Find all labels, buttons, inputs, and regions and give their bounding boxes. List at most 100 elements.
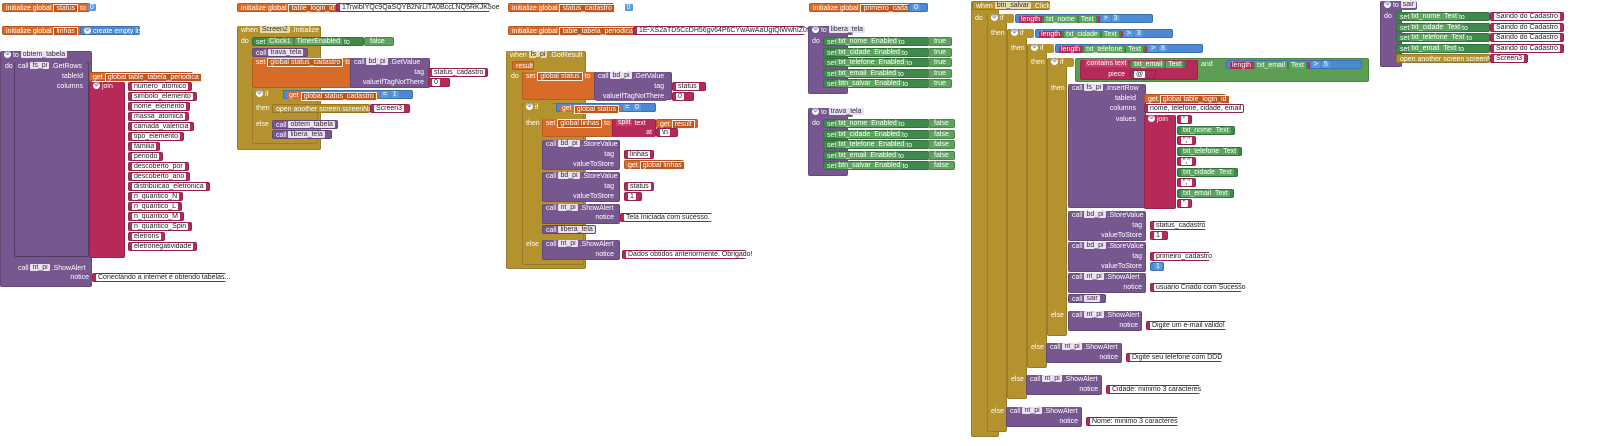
component-selector[interactable]: bd_pi: [558, 172, 580, 179]
join-header[interactable]: ⚙ join: [1145, 115, 1175, 124]
property-selector[interactable]: Text: [1289, 62, 1306, 69]
text-value[interactable]: camada_valencia: [132, 123, 191, 130]
var-name[interactable]: global status_cadastro: [267, 58, 344, 67]
text-value[interactable]: Screen3: [1494, 55, 1525, 62]
property-selector[interactable]: TimerEnabled: [294, 38, 342, 45]
component-selector[interactable]: txt_telefone: [1181, 147, 1222, 155]
component-selector[interactable]: fs_pi: [30, 62, 50, 69]
operator-selector[interactable]: >: [1124, 30, 1133, 37]
property-selector[interactable]: Enabled: [869, 120, 899, 127]
component-selector[interactable]: nt_pi: [1022, 407, 1042, 414]
text-value[interactable]: ",": [1181, 158, 1192, 165]
text-literal-block[interactable]: 1E-XS2aTD5CcDH56gv64P6CYwAwAaUgtQlWwhIZ0…: [633, 26, 813, 35]
operator-selector[interactable]: >: [1311, 61, 1320, 68]
txt-cidade-text-getter[interactable]: txt_cidade Text: [1177, 167, 1238, 177]
set-enabled-block[interactable]: set txt_telefone Enabled to: [823, 58, 929, 67]
text-value[interactable]: 1E-XS2aTD5CcDH56gv64P6CYwAwAaUgtQlWwhIZ0…: [637, 27, 813, 34]
text-value[interactable]: n_quantico_M: [132, 213, 180, 220]
gear-icon[interactable]: ⚙: [93, 82, 100, 89]
component-selector[interactable]: nt_pi: [558, 240, 578, 247]
operator-selector[interactable]: =: [380, 91, 389, 98]
if-cidade-block[interactable]: [1007, 29, 1027, 399]
property-selector[interactable]: Text: [1441, 44, 1459, 52]
init-global-table-periodica-block[interactable]: initialize global table_tabela_periodica…: [508, 26, 644, 36]
set-text-block[interactable]: set txt_email Text to: [1396, 43, 1490, 53]
set-enabled-block[interactable]: set btn_salvar Enabled to: [823, 79, 929, 88]
text-value[interactable]: Saindo do Cadastro: [1494, 34, 1560, 41]
boolean-block[interactable]: false: [928, 129, 955, 139]
join-string-block[interactable]: descoberto_por: [128, 162, 189, 171]
component-selector[interactable]: txt_telefone: [1084, 46, 1125, 53]
number-value[interactable]: 0: [912, 4, 920, 11]
text-literal-block[interactable]: Saindo do Cadastro: [1490, 43, 1564, 53]
join-string-block[interactable]: familia: [128, 142, 161, 151]
procedure-name[interactable]: trava_tela: [828, 108, 864, 115]
var-name[interactable]: global table_login_id: [1159, 95, 1230, 104]
newline-text[interactable]: \n: [656, 128, 678, 137]
gear-icon[interactable]: ⚙: [1031, 44, 1038, 51]
set-enabled-block[interactable]: set txt_nome Enabled to: [823, 37, 929, 46]
txt-email-text-getter[interactable]: txt_email Text: [1130, 61, 1186, 68]
boolean-block[interactable]: true: [928, 79, 953, 88]
txt-telefone-text-getter[interactable]: txt_telefone Text: [1177, 146, 1243, 156]
text-value[interactable]: Saindo do Cadastro: [1494, 23, 1560, 31]
component-selector[interactable]: txt_cidade: [1409, 23, 1446, 31]
notice-text-block[interactable]: usuario Criado com Sucesso: [1150, 283, 1248, 292]
getvalue-header[interactable]: call bd_pi .GetValue: [351, 58, 427, 67]
txt-nome-text-getter[interactable]: txt_nome Text: [1177, 125, 1235, 135]
compare-nome-block[interactable]: length txt_nome Text > 3: [1015, 14, 1153, 23]
set-enabled-block[interactable]: set txt_email Enabled to: [823, 68, 929, 78]
storevalue-header[interactable]: call bd_pi .StoreValue: [543, 140, 618, 149]
text-literal-block[interactable]: Saindo do Cadastro: [1490, 33, 1564, 42]
set-text-block[interactable]: set txt_telefone Text to: [1396, 33, 1490, 42]
if-header[interactable]: ⚙ if: [253, 90, 283, 99]
value-text-block[interactable]: 1: [624, 192, 642, 201]
txt-telefone-text-getter[interactable]: txt_telefone Text: [1082, 46, 1146, 53]
tag-text-block[interactable]: status_cadastro: [428, 68, 488, 77]
get-global-linhas-block[interactable]: get global linhas: [624, 160, 685, 170]
procedure-name[interactable]: obtem_tabela: [288, 121, 335, 128]
join-string-block[interactable]: eletrons: [128, 232, 165, 241]
txt-cidade-text-getter[interactable]: txt_cidade Text: [1062, 31, 1121, 38]
number-value[interactable]: 1: [390, 91, 399, 98]
text-value[interactable]: Dados obtidos anteriormente. Obrigado!: [626, 251, 755, 258]
property-selector[interactable]: Enabled: [872, 80, 903, 87]
property-selector[interactable]: Text: [1213, 126, 1231, 134]
procedure-header[interactable]: ⚙ to libera_tela: [809, 26, 866, 35]
gear-icon[interactable]: ⚙: [526, 103, 533, 110]
get-global-table-block[interactable]: get global table_tabela_periodica: [89, 72, 202, 82]
procedure-name[interactable]: libera_tela: [288, 131, 325, 138]
var-name[interactable]: status: [53, 4, 79, 13]
split-selector[interactable]: split: [616, 119, 633, 126]
get-global-table-login-block[interactable]: get global table_login_id: [1144, 94, 1230, 104]
number-value[interactable]: 5: [1321, 61, 1330, 68]
var-name[interactable]: global status_cadastro: [300, 92, 377, 101]
text-value[interactable]: ": [1181, 116, 1188, 123]
join-string-block[interactable]: periodo: [128, 152, 164, 161]
text-value[interactable]: 1TrwibIYQc9QaSQYB2NrLlTA0BccLNQ5RKJK5oe: [340, 4, 502, 11]
text-value[interactable]: n_quantico_L: [132, 203, 179, 210]
text-value[interactable]: primeiro_cadastro: [1154, 253, 1215, 260]
gear-icon[interactable]: ⚙: [991, 14, 998, 21]
join-string-block[interactable]: eletronegatividade: [128, 242, 198, 251]
notice-text-block[interactable]: Digite um e-mail valido!: [1146, 321, 1227, 330]
component-selector[interactable]: txt_nome: [1409, 13, 1443, 20]
bool-value[interactable]: false: [932, 120, 951, 127]
quote-text-block[interactable]: ",": [1177, 136, 1196, 145]
text-value[interactable]: 0: [432, 79, 440, 86]
operator-selector[interactable]: >: [1148, 45, 1158, 52]
number-value[interactable]: 0: [633, 104, 641, 111]
quote-text-block[interactable]: ",": [1177, 157, 1196, 166]
number-value[interactable]: 3: [1134, 30, 1143, 37]
operator-selector[interactable]: >: [1101, 15, 1110, 22]
bool-value[interactable]: false: [932, 130, 951, 138]
join-string-block[interactable]: nome_elemento: [128, 102, 191, 111]
var-name[interactable]: status_cadastro: [559, 4, 615, 13]
text-value[interactable]: Digite um e-mail valido!: [1150, 322, 1227, 329]
text-value[interactable]: n_quantico_Spin: [132, 223, 189, 230]
property-selector[interactable]: Enabled: [872, 130, 902, 138]
var-name[interactable]: global status: [573, 105, 619, 114]
property-selector[interactable]: Text: [1442, 13, 1459, 20]
if-header[interactable]: ⚙ if: [1008, 29, 1034, 38]
set-text-block[interactable]: set txt_cidade Text to: [1396, 22, 1490, 32]
